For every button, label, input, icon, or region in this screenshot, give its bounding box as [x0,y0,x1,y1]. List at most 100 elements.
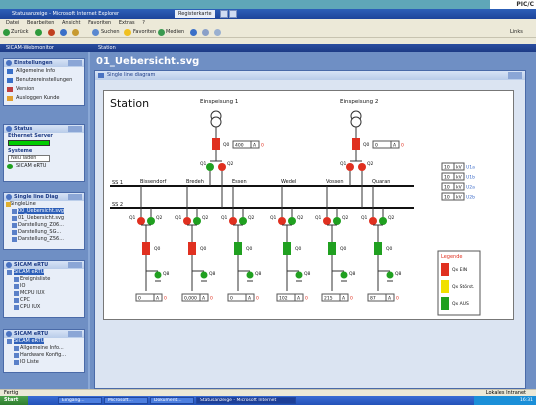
menu-datei[interactable]: Datei [6,20,19,26]
media-icon[interactable] [158,29,165,36]
panel-controls[interactable] [68,331,82,337]
tab-label: Registerkarte [178,11,212,17]
favorites-label[interactable]: Favoriten [133,29,156,35]
stop-icon[interactable] [48,29,55,36]
switch-label: Q2 [227,161,234,167]
tree-item[interactable]: Hardware Konfig... [4,352,84,359]
switch-label: Q1 [315,215,322,221]
history-icon[interactable] [190,29,197,36]
refresh-icon[interactable] [60,29,67,36]
settings-panel-header[interactable]: Einstellungen [4,59,84,67]
tree-item[interactable]: SingleLine [4,201,84,208]
tree-item[interactable]: 00_Uebersicht.svg [4,208,84,215]
panel-controls[interactable] [68,60,82,66]
media-label[interactable]: Medien [166,29,184,35]
transformer-icon [350,116,362,128]
panel-controls[interactable] [68,194,82,200]
status-bar: Fertig Lokales Intranet [0,389,536,396]
back-icon[interactable] [3,29,10,36]
earth-switch-q8 [246,271,254,279]
panel-controls[interactable] [68,262,82,268]
earth-switch-q8 [295,271,303,279]
switch-label: Q1 [175,215,182,221]
singleline-panel-header[interactable]: Single line Diag [4,193,84,201]
disconnector-q1 [229,217,237,225]
switch-label: Q1 [221,215,228,221]
disconnector-q1 [323,217,331,225]
tree-item[interactable]: Allgemeine Info... [4,345,84,352]
device-icon [7,270,12,275]
settings-item-logout[interactable]: Ausloggen Kunde [4,94,84,103]
status-icon [6,126,12,132]
menu-ansicht[interactable]: Ansicht [62,20,80,26]
browser-tab[interactable]: Registerkarte [175,10,215,18]
menu-favoriten[interactable]: Favoriten [88,20,111,26]
tree-item[interactable]: MCPU IUX [4,290,84,297]
task-button-active[interactable]: Statusanzeige - Microsoft Internet [196,397,296,404]
panel-controls[interactable] [68,126,82,132]
feeder-name: Bredeh [186,179,204,185]
tree-item[interactable]: CPC [4,297,84,304]
tree-item[interactable]: Darstellung_Z56... [4,236,84,243]
sicam-panel-2-header[interactable]: SICAM eRTU [4,330,84,338]
settings-title: Einstellungen [14,60,53,66]
tree-item[interactable]: SICAM eRTU [4,338,84,345]
tree-item[interactable]: Ereignisliste [4,276,84,283]
diagram-window-header[interactable]: Single line diagram [95,71,525,80]
switch-label: Q8 [395,271,402,277]
voltage-name: U2a [466,185,475,191]
back-label[interactable]: Zurück [11,29,28,35]
home-icon[interactable] [72,29,79,36]
reload-button[interactable]: Neu laden [8,155,50,162]
switch-label: Q0 [386,246,393,252]
tree-item[interactable]: Darstellung_Z06... [4,222,84,229]
device-icon [7,339,12,344]
settings-item-info[interactable]: Allgemeine Info [4,67,84,76]
window-controls[interactable] [508,72,522,79]
menu-help[interactable]: ? [142,20,145,26]
new-tab-button[interactable] [220,10,228,18]
mail-icon[interactable] [202,29,209,36]
sicam-panel-1-header[interactable]: SICAM eRTU [4,261,84,269]
switch-label: Q8 [255,271,262,277]
tree-item-label: Darstellung_Z06... [18,222,64,228]
favorites-icon[interactable] [124,29,131,36]
menu-bearbeiten[interactable]: Bearbeiten [27,20,54,26]
voltage-unit: kV [456,165,463,171]
settings-icon [6,60,12,66]
search-icon[interactable] [92,29,99,36]
tree-item[interactable]: 01_Uebersicht.svg [4,215,84,222]
task-button[interactable]: Dokument... [150,397,194,404]
task-button[interactable]: Eingang... [58,397,102,404]
tree-item[interactable]: CPU IUX [4,304,84,311]
legend-swatch [441,280,449,293]
tree-item-label: Darstellung_SG... [18,229,62,235]
tree-item[interactable]: SICAM eRTU [4,269,84,276]
search-label[interactable]: Suchen [101,29,120,35]
feeder-flag: 0 [256,296,259,302]
start-button[interactable]: Start [0,396,28,405]
feeder-value: 102 [279,296,288,302]
settings-item-version[interactable]: Version [4,85,84,94]
print-icon[interactable] [214,29,221,36]
feeder-flag: 0 [350,296,353,302]
feeder-flag: 0 [396,296,399,302]
tab-list-button[interactable] [229,10,237,18]
browser-toolbar: Zurück Suchen Favoriten Medien Links [0,27,536,38]
legend-label: Qx EIN [452,267,467,273]
file-icon [12,223,17,228]
forward-icon[interactable] [35,29,42,36]
tree-item[interactable]: IO Liste [4,359,84,366]
tree-item[interactable]: Darstellung_SG... [4,229,84,236]
links-label[interactable]: Links [510,29,523,35]
settings-item-user[interactable]: Benutzereinstellungen [4,76,84,85]
task-button[interactable]: Microsoft... [104,397,148,404]
switch-label: Q1 [270,215,277,221]
disconnector-q2 [288,217,296,225]
tree-item[interactable]: IO [4,283,84,290]
feeder-flag: 0 [210,296,213,302]
switch-label: Q2 [156,215,163,221]
tree-item-label: 00_Uebersicht.svg [18,208,65,214]
status-panel-header[interactable]: Status [4,125,84,133]
menu-extras[interactable]: Extras [119,20,135,26]
